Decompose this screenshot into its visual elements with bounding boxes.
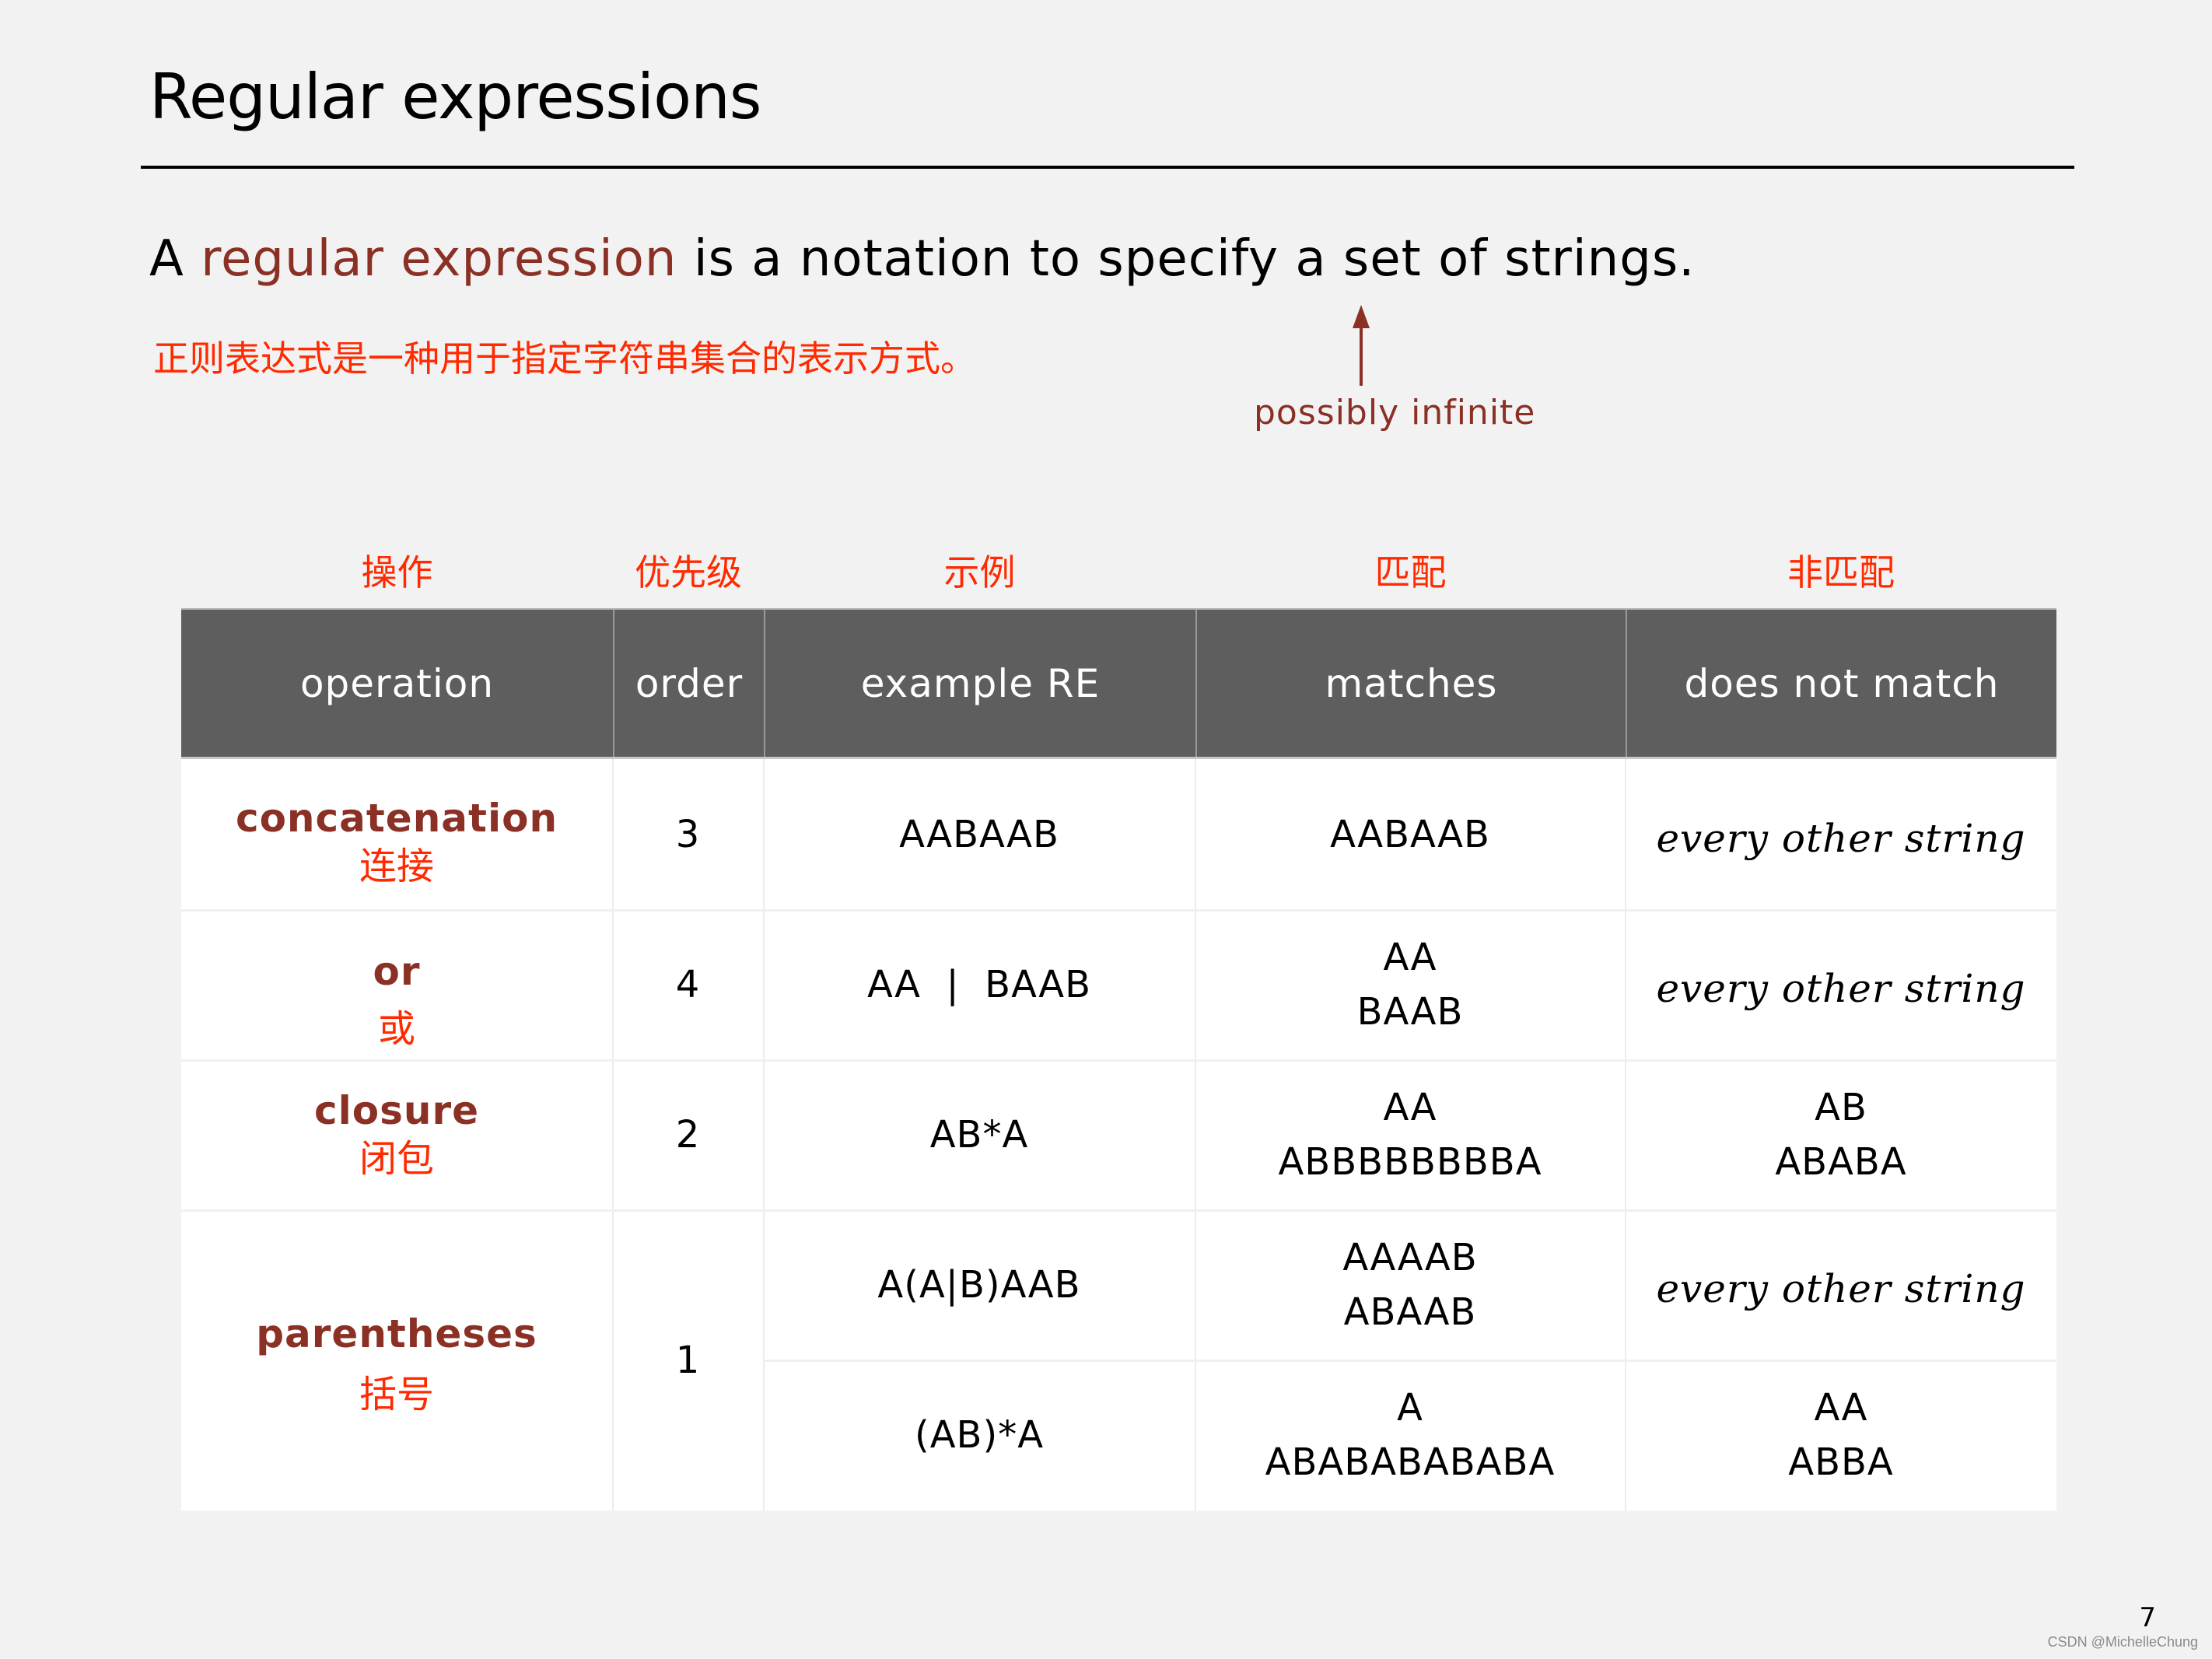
operation-name-cn: 连接 bbox=[359, 844, 434, 888]
non-match-string: ABABA bbox=[1775, 1139, 1907, 1184]
table-row-or-operation: or 或 bbox=[181, 909, 612, 1059]
match-string: AAAAB bbox=[1342, 1235, 1478, 1279]
table-header: operation order example RE matches does … bbox=[181, 608, 2056, 759]
match-string: AA bbox=[1383, 935, 1437, 979]
non-match-string: ABBA bbox=[1788, 1440, 1894, 1484]
operation-name: closure bbox=[313, 1087, 480, 1133]
lead-suffix: is a notation to specify a set of string… bbox=[677, 230, 1696, 288]
matches-cell: AABAAB bbox=[1195, 759, 1625, 909]
header-matches: matches bbox=[1195, 610, 1626, 757]
header-operation: operation bbox=[299, 660, 495, 706]
regex-operations-table: operation order example RE matches does … bbox=[181, 608, 2056, 1510]
lead-highlight: regular expression bbox=[201, 230, 677, 288]
operation-name: or bbox=[373, 948, 421, 994]
slide-title: Regular expressions bbox=[149, 61, 761, 133]
cn-label-matches: 匹配 bbox=[1374, 551, 1447, 593]
cn-label-operation: 操作 bbox=[361, 551, 433, 593]
watermark: CSDN @MichelleChung bbox=[2047, 1634, 2198, 1650]
table-row-closure-operation: closure 闭包 bbox=[181, 1059, 612, 1209]
lead-sentence: A regular expression is a notation to sp… bbox=[149, 230, 1696, 288]
table-row-concatenation-operation: concatenation 连接 bbox=[181, 759, 612, 909]
header-does-not-match: does not match bbox=[1626, 610, 2056, 757]
order-value: 4 bbox=[675, 962, 701, 1006]
matches-cell: A ABABABABABA bbox=[1195, 1360, 1625, 1510]
does-not-match-cell: every other string bbox=[1626, 1209, 2056, 1360]
example-re-cell: AA | BAAB bbox=[764, 909, 1195, 1059]
order-value: 1 bbox=[675, 1338, 701, 1382]
example-re-cell: A(A|B)AAB bbox=[764, 1209, 1195, 1360]
match-string: AABAAB bbox=[1330, 812, 1490, 856]
cn-label-order: 优先级 bbox=[635, 551, 742, 593]
non-match-string: AB bbox=[1815, 1085, 1867, 1129]
example-re-cell: (AB)*A bbox=[764, 1360, 1195, 1510]
title-divider bbox=[141, 166, 2074, 169]
operation-name-cn: 括号 bbox=[359, 1372, 434, 1416]
operation-name-cn: 或 bbox=[377, 1006, 415, 1051]
non-match-string: AA bbox=[1814, 1386, 1868, 1430]
does-not-match-cell: AB ABABA bbox=[1626, 1059, 2056, 1209]
order-cell: 4 bbox=[613, 909, 763, 1059]
order-cell: 2 bbox=[613, 1059, 763, 1209]
match-string: AA bbox=[1383, 1085, 1437, 1129]
matches-cell: AA BAAB bbox=[1195, 909, 1625, 1059]
does-not-match-cell: every other string bbox=[1626, 909, 2056, 1059]
match-string: A bbox=[1397, 1386, 1423, 1430]
lead-prefix: A bbox=[149, 230, 201, 288]
table-body: concatenation 连接 3 AABAAB AABAAB every o… bbox=[181, 759, 2056, 1510]
non-match-string: every other string bbox=[1656, 965, 2026, 1011]
does-not-match-cell: every other string bbox=[1626, 759, 2056, 909]
non-match-string: every other string bbox=[1656, 815, 2026, 861]
match-string: ABBBBBBBBA bbox=[1278, 1139, 1542, 1184]
does-not-match-cell: AA ABBA bbox=[1626, 1360, 2056, 1510]
page-number: 7 bbox=[2139, 1602, 2156, 1633]
up-arrow-icon bbox=[1353, 305, 1370, 386]
match-string: BAAB bbox=[1356, 989, 1464, 1034]
example-re-cell: AABAAB bbox=[764, 759, 1195, 909]
operation-name: concatenation bbox=[235, 795, 558, 841]
order-cell: 1 bbox=[613, 1209, 763, 1510]
matches-cell: AA ABBBBBBBBA bbox=[1195, 1059, 1625, 1209]
annotation-possibly-infinite: possibly infinite bbox=[1254, 393, 1536, 432]
match-string: ABAAB bbox=[1343, 1290, 1477, 1334]
matches-cell: AAAAB ABAAB bbox=[1195, 1209, 1625, 1360]
header-order: order bbox=[613, 610, 764, 757]
order-cell: 3 bbox=[613, 759, 763, 909]
example-re: A(A|B)AAB bbox=[877, 1262, 1081, 1307]
chinese-translation: 正则表达式是一种用于指定字符串集合的表示方式。 bbox=[153, 338, 976, 380]
example-re: AB*A bbox=[929, 1112, 1029, 1157]
cn-label-does-not-match: 非匹配 bbox=[1787, 551, 1895, 593]
non-match-string: every other string bbox=[1656, 1265, 2026, 1311]
example-re-cell: AB*A bbox=[764, 1059, 1195, 1209]
table-row-parentheses-operation: parentheses 括号 bbox=[181, 1209, 612, 1510]
example-re: AABAAB bbox=[899, 812, 1059, 856]
cn-label-example: 示例 bbox=[943, 551, 1016, 593]
example-re: (AB)*A bbox=[914, 1413, 1045, 1457]
order-value: 3 bbox=[675, 812, 701, 856]
operation-name: parentheses bbox=[256, 1311, 537, 1356]
example-re: AA | BAAB bbox=[866, 962, 1092, 1006]
header-example-re: example RE bbox=[764, 610, 1195, 757]
order-value: 2 bbox=[675, 1112, 701, 1157]
operation-name-cn: 闭包 bbox=[359, 1136, 434, 1181]
match-string: ABABABABABA bbox=[1265, 1440, 1556, 1484]
